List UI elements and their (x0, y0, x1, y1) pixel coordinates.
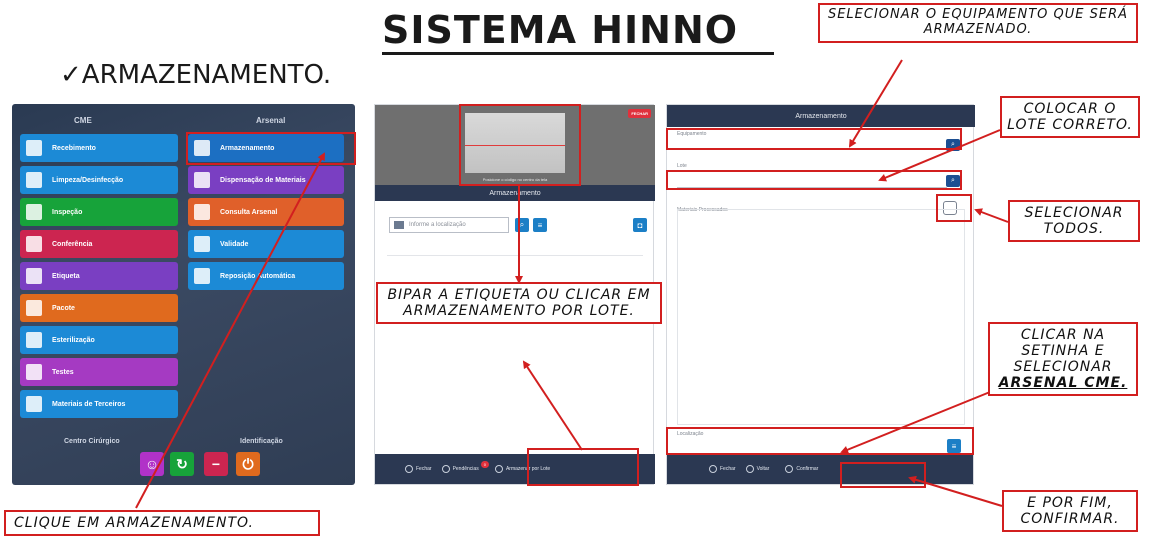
arrow-armazenar-lote (522, 360, 583, 451)
note-select-equipment: SELECIONAR O EQUIPAMENTO QUE SERÁ ARMAZE… (818, 3, 1138, 43)
note-lote: COLOCAR O LOTE CORRETO. (1000, 96, 1140, 139)
note-click-storage: CLIQUE EM ARMAZENAMENTO. (4, 510, 320, 537)
annotation-arrows (135, 59, 1009, 509)
slide: SISTEMA HINNO ✓ARMAZENAMENTO. CME Arsena… (0, 0, 1152, 548)
arrow-armazenamento (135, 152, 325, 509)
arrow-lote (878, 129, 1001, 182)
arrow-confirmar (908, 475, 1003, 507)
note-confirm: E POR FIM, CONFIRMAR. (1002, 490, 1138, 533)
arrow-equipamento (848, 59, 903, 148)
arrow-checkbox (974, 208, 1009, 223)
note-select-all: SELECIONAR TODOS. (1008, 200, 1140, 243)
note-bipar: BIPAR A ETIQUETA OU CLICAR EM ARMAZENAME… (376, 282, 662, 325)
note-arsenal-text: CLICAR NA SETINHA E SELECIONAR (1013, 327, 1113, 376)
note-arsenal: CLICAR NA SETINHA E SELECIONAR ARSENAL C… (988, 322, 1138, 397)
note-arsenal-cme: ARSENAL CME. (998, 375, 1128, 392)
arrow-localizacao (840, 391, 991, 454)
